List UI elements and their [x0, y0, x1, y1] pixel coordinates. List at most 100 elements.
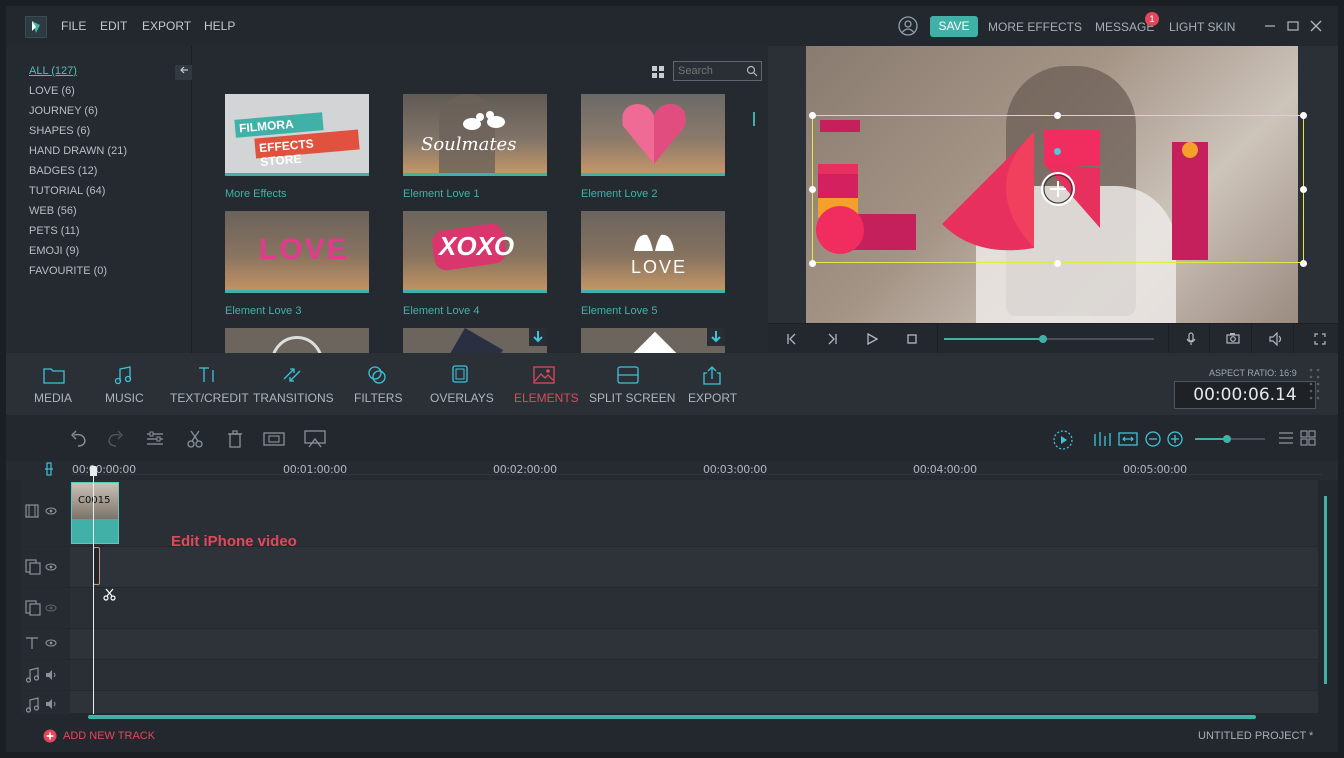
eye-icon[interactable]	[45, 604, 57, 612]
thumb-more-effects[interactable]: FILMORA EFFECTS STORE	[225, 94, 369, 176]
resize-handle[interactable]	[1300, 260, 1307, 267]
grid-view-icon[interactable]	[652, 66, 664, 78]
tool-export[interactable]: EXPORT	[688, 353, 737, 415]
category-shapes[interactable]: SHAPES (6)	[29, 125, 90, 137]
audio-mixer-icon[interactable]	[1092, 430, 1112, 448]
eye-icon[interactable]	[45, 639, 57, 647]
account-icon[interactable]	[898, 16, 918, 39]
thumb-element-love-2[interactable]	[581, 94, 725, 176]
skip-back-icon[interactable]	[786, 333, 798, 345]
add-new-track-button[interactable]: ADD NEW TRACK	[63, 730, 155, 742]
thumb-element-love-3[interactable]: LOVE	[225, 211, 369, 293]
menu-edit[interactable]: EDIT	[100, 19, 127, 33]
maximize-icon[interactable]	[1287, 20, 1299, 35]
collapse-panel-button[interactable]	[175, 65, 192, 80]
scissors-icon[interactable]	[186, 430, 204, 448]
fullscreen-icon[interactable]	[1314, 333, 1326, 345]
audio-track-2[interactable]	[70, 691, 1318, 714]
stop-icon[interactable]	[906, 333, 918, 345]
pip-track[interactable]	[70, 547, 1318, 588]
library-scrollbar[interactable]	[753, 112, 755, 126]
skip-forward-icon[interactable]	[826, 333, 838, 345]
zoom-in-icon[interactable]	[1166, 430, 1184, 448]
category-tutorial[interactable]: TUTORIAL (64)	[29, 185, 105, 197]
speaker-icon[interactable]	[45, 670, 59, 680]
crop-icon[interactable]	[263, 430, 285, 448]
camera-icon[interactable]	[1226, 332, 1240, 344]
resize-handle[interactable]	[1300, 112, 1307, 119]
category-emoji[interactable]: EMOJI (9)	[29, 245, 79, 257]
video-clip[interactable]: C0015	[71, 482, 119, 544]
move-crosshair-icon[interactable]	[1040, 171, 1076, 207]
drag-handle-icon[interactable]	[1308, 367, 1322, 407]
zoom-knob[interactable]	[1222, 435, 1231, 443]
list-view-icon[interactable]	[1278, 430, 1294, 446]
thumb-partial[interactable]	[225, 328, 369, 353]
adjust-icon[interactable]	[146, 430, 164, 448]
undo-icon[interactable]	[68, 430, 88, 448]
close-icon[interactable]	[1310, 20, 1322, 35]
download-icon[interactable]	[707, 328, 725, 346]
timeline-horizontal-scrollbar[interactable]	[88, 715, 1256, 719]
tool-filters[interactable]: FILTERS	[354, 353, 402, 415]
light-skin-link[interactable]: LIGHT SKIN	[1169, 20, 1235, 34]
volume-icon[interactable]	[1269, 332, 1285, 346]
tool-split-screen[interactable]: SPLIT SCREEN	[589, 353, 675, 415]
redo-icon[interactable]	[106, 430, 126, 448]
tool-text-credit[interactable]: TEXT/CREDIT	[169, 353, 249, 415]
menu-export[interactable]: EXPORT	[142, 19, 191, 33]
add-circle-icon[interactable]	[43, 729, 57, 743]
zoom-slider[interactable]	[1195, 435, 1265, 443]
category-love[interactable]: LOVE (6)	[29, 85, 75, 97]
more-effects-link[interactable]: MORE EFFECTS	[988, 20, 1082, 34]
resize-handle[interactable]	[1300, 186, 1307, 193]
snap-icon[interactable]	[44, 462, 54, 476]
thumb-partial[interactable]	[581, 328, 725, 353]
snapshot-icon[interactable]	[304, 430, 326, 448]
category-pets[interactable]: PETS (11)	[29, 225, 80, 237]
resize-handle[interactable]	[809, 260, 816, 267]
category-hand-drawn[interactable]: HAND DRAWN (21)	[29, 145, 127, 157]
resize-handle[interactable]	[1054, 112, 1061, 119]
progress-knob[interactable]	[1038, 335, 1047, 343]
microphone-icon[interactable]	[1185, 332, 1197, 346]
speaker-icon[interactable]	[45, 699, 59, 709]
minimize-icon[interactable]	[1264, 20, 1276, 35]
thumb-element-love-1[interactable]: Soulmates	[403, 94, 547, 176]
save-button[interactable]: SAVE	[930, 16, 978, 37]
timeline-ruler[interactable]: 00:00:00:00 00:01:00:00 00:02:00:00 00:0…	[6, 461, 1338, 480]
fit-timeline-icon[interactable]	[1118, 430, 1138, 448]
eye-icon[interactable]	[45, 563, 57, 571]
thumb-element-love-4[interactable]: XOXO	[403, 211, 547, 293]
resize-handle[interactable]	[809, 186, 816, 193]
zoom-out-icon[interactable]	[1144, 430, 1162, 448]
resize-handle[interactable]	[1054, 260, 1061, 267]
rotate-handle[interactable]	[1054, 148, 1061, 155]
menu-file[interactable]: FILE	[61, 19, 86, 33]
tool-music[interactable]: MUSIC	[104, 353, 144, 415]
tool-elements[interactable]: ELEMENTS	[514, 353, 579, 415]
grid-view-icon[interactable]	[1300, 430, 1316, 446]
tool-media[interactable]: MEDIA	[34, 353, 74, 415]
category-web[interactable]: WEB (56)	[29, 205, 77, 217]
element-clip[interactable]	[93, 547, 100, 585]
thumb-element-love-5[interactable]: LOVE	[581, 211, 725, 293]
play-icon[interactable]	[866, 333, 878, 345]
progress-track[interactable]	[944, 335, 1154, 343]
category-all[interactable]: ALL (127)	[29, 65, 77, 77]
search-icon[interactable]	[746, 65, 758, 80]
resize-handle[interactable]	[809, 112, 816, 119]
category-badges[interactable]: BADGES (12)	[29, 165, 97, 177]
thumb-partial[interactable]	[403, 328, 547, 353]
audio-track[interactable]	[70, 660, 1318, 691]
category-journey[interactable]: JOURNEY (6)	[29, 105, 98, 117]
render-preview-icon[interactable]	[1052, 429, 1074, 451]
timeline-vertical-scrollbar[interactable]	[1324, 496, 1327, 684]
text-track[interactable]	[70, 629, 1318, 660]
category-favourite[interactable]: FAVOURITE (0)	[29, 265, 107, 277]
eye-icon[interactable]	[45, 507, 57, 515]
pip-track-2[interactable]	[70, 588, 1318, 629]
trash-icon[interactable]	[226, 430, 244, 448]
tool-transitions[interactable]: TRANSITIONS	[253, 353, 334, 415]
tool-overlays[interactable]: OVERLAYS	[430, 353, 494, 415]
